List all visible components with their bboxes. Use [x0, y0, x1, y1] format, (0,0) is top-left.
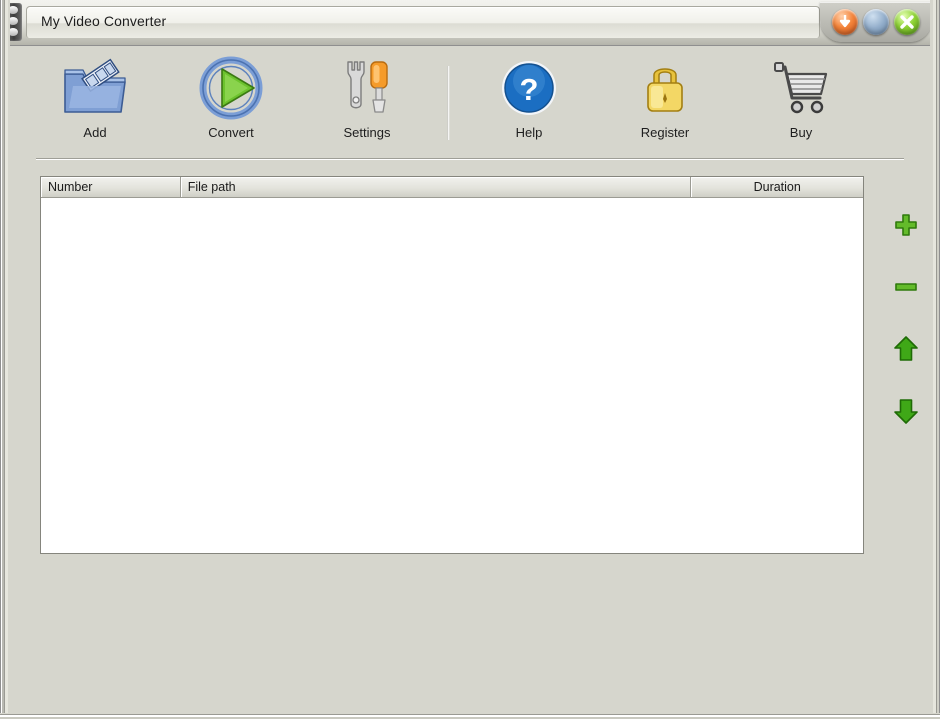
column-header-duration[interactable]: Duration [691, 177, 863, 198]
blank-icon [863, 9, 889, 35]
title-plate: My Video Converter [26, 6, 820, 38]
maximize-button[interactable] [863, 9, 889, 35]
move-down-button[interactable] [880, 380, 932, 442]
shopping-cart-icon [746, 52, 856, 124]
folder-film-icon [40, 52, 150, 124]
toolbar-button-add[interactable]: Add [40, 52, 150, 140]
toolbar: Add Convert Settings ? Help Register Buy [8, 46, 932, 158]
svg-text:?: ? [520, 72, 539, 107]
file-list-body[interactable] [41, 198, 863, 553]
toolbar-label-register: Register [640, 125, 690, 140]
toolbar-button-register[interactable]: Register [610, 52, 720, 140]
toolbar-label-settings: Settings [343, 125, 391, 140]
toolbar-button-settings[interactable]: Settings [312, 52, 422, 140]
list-action-buttons [880, 194, 932, 442]
toolbar-separator [447, 66, 450, 140]
toolbar-label-convert: Convert [208, 125, 254, 140]
file-list-panel: Number File path Duration [40, 176, 864, 554]
wrench-screwdriver-icon [312, 52, 422, 124]
file-list-header: Number File path Duration [41, 177, 863, 198]
toolbar-label-help: Help [515, 125, 543, 140]
window-controls [820, 2, 932, 44]
output-settings-form: Output folder C:\output video\ Output fo… [8, 566, 932, 713]
toolbar-button-buy[interactable]: Buy [746, 52, 856, 140]
app-window: My Video Converter Add Convert Settings … [0, 0, 940, 721]
move-up-button[interactable] [880, 318, 932, 380]
window-edge-bottom [0, 713, 940, 721]
remove-file-button[interactable] [880, 256, 932, 318]
title-bar: My Video Converter [0, 0, 940, 46]
down-arrow-icon [839, 15, 851, 28]
x-icon [900, 15, 914, 29]
toolbar-divider [36, 158, 904, 160]
toolbar-button-convert[interactable]: Convert [176, 52, 286, 140]
question-circle-icon: ? [474, 52, 584, 124]
play-circle-icon [176, 52, 286, 124]
client-area: Add Convert Settings ? Help Register Buy… [8, 46, 932, 713]
close-button[interactable] [894, 9, 920, 35]
arrow-up-icon [894, 336, 918, 361]
toolbar-label-add: Add [83, 125, 107, 140]
add-file-button[interactable] [880, 194, 932, 256]
toolbar-label-buy: Buy [789, 125, 813, 140]
arrow-down-icon [894, 399, 918, 424]
plus-icon [895, 214, 917, 236]
toolbar-button-help[interactable]: ? Help [474, 52, 584, 140]
padlock-icon [610, 52, 720, 124]
minus-icon [895, 283, 917, 291]
column-header-file-path[interactable]: File path [180, 177, 692, 198]
column-header-number[interactable]: Number [41, 177, 181, 198]
window-title: My Video Converter [41, 13, 167, 29]
minimize-button[interactable] [832, 9, 858, 35]
